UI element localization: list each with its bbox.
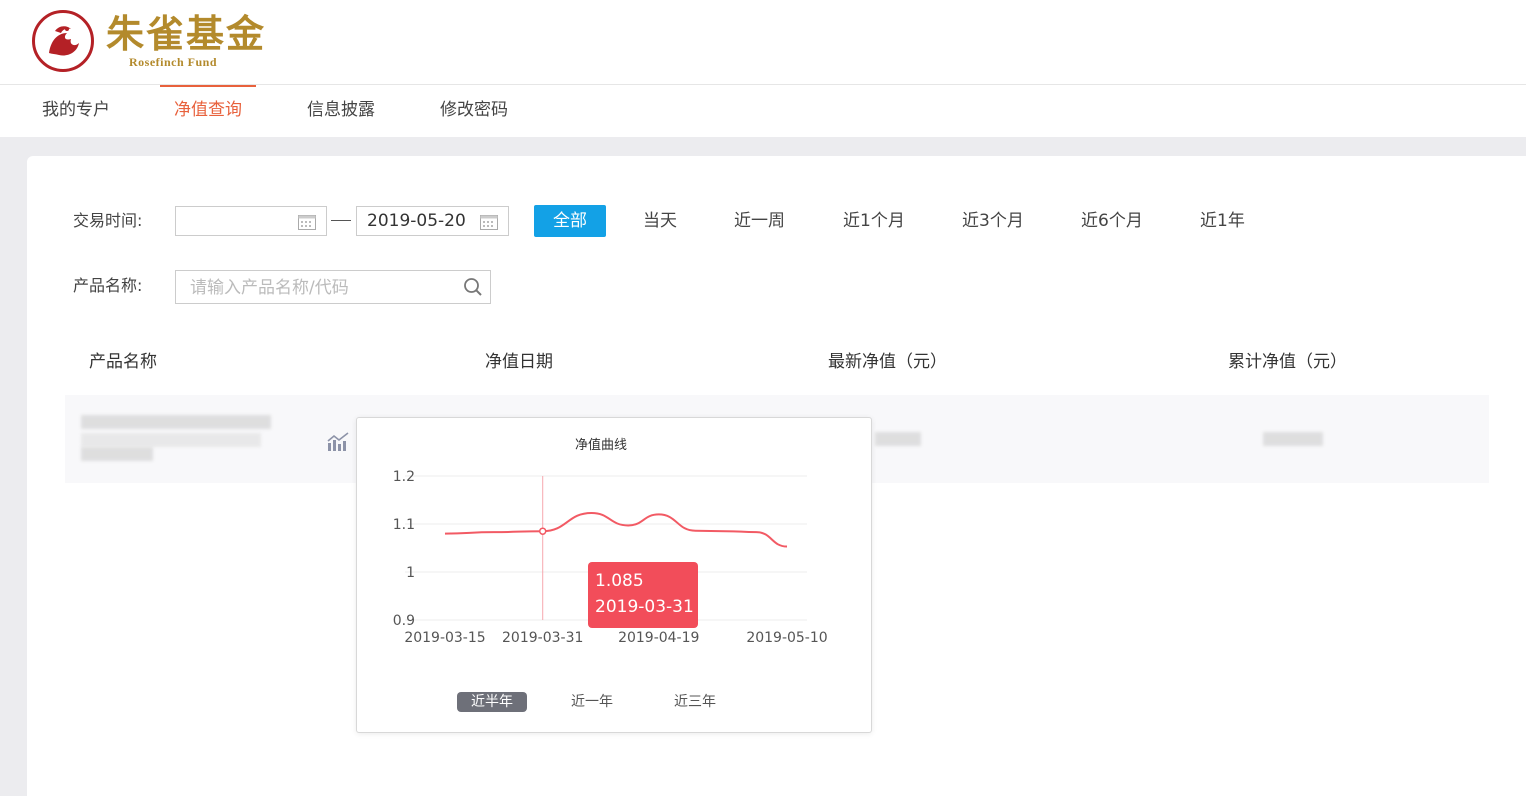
chart-tooltip: 1.085 2019-03-31 bbox=[588, 562, 698, 628]
col-header-latest-nav: 最新净值（元） bbox=[828, 350, 947, 374]
logo-emblem bbox=[32, 10, 94, 72]
x-tick-label: 2019-05-10 bbox=[746, 630, 827, 646]
chart-title: 净值曲线 bbox=[357, 434, 845, 453]
col-header-product: 产品名称 bbox=[89, 350, 157, 374]
period-half-year-button[interactable]: 近半年 bbox=[457, 692, 527, 712]
range-3month-button[interactable]: 近3个月 bbox=[962, 205, 1024, 237]
range-today-button[interactable]: 当天 bbox=[643, 205, 677, 237]
y-tick-label: 1.2 bbox=[393, 469, 415, 485]
start-date-input[interactable] bbox=[175, 206, 327, 236]
series-line bbox=[445, 513, 787, 547]
nav-nav-query[interactable]: 净值查询 bbox=[172, 85, 244, 135]
period-one-year-button[interactable]: 近一年 bbox=[557, 692, 627, 712]
nav-chart-popup: 净值曲线 1.2 1.1 1 0.92019-03-15 2019-03-31 2019-… bbox=[356, 417, 872, 733]
x-tick-label: 2019-03-31 bbox=[502, 630, 583, 646]
range-1month-button[interactable]: 近1个月 bbox=[843, 205, 905, 237]
range-all-button[interactable]: 全部 bbox=[534, 205, 606, 237]
acc-nav-redacted bbox=[1263, 432, 1323, 446]
nav-my-account[interactable]: 我的专户 bbox=[40, 85, 112, 135]
range-1year-button[interactable]: 近1年 bbox=[1200, 205, 1245, 237]
product-name-label: 产品名称: bbox=[73, 271, 142, 301]
product-name-redacted bbox=[81, 433, 261, 447]
calendar-icon[interactable] bbox=[298, 213, 316, 230]
calendar-icon[interactable] bbox=[480, 213, 498, 230]
logo[interactable]: 朱雀基金 Rosefinch Fund bbox=[32, 8, 272, 78]
brand-name-cn: 朱雀基金 bbox=[106, 10, 266, 58]
date-range-separator bbox=[331, 220, 351, 221]
nav-change-password[interactable]: 修改密码 bbox=[438, 85, 510, 135]
end-date-input[interactable]: 2019-05-20 bbox=[356, 206, 509, 236]
phoenix-icon bbox=[41, 19, 85, 63]
search-icon[interactable] bbox=[463, 277, 483, 297]
x-tick-label: 2019-04-19 bbox=[618, 630, 699, 646]
product-search-input[interactable] bbox=[188, 272, 462, 304]
tooltip-date: 2019-03-31 bbox=[595, 594, 698, 620]
end-date-value: 2019-05-20 bbox=[367, 211, 466, 231]
col-header-acc-nav: 累计净值（元） bbox=[1228, 350, 1347, 374]
product-search-box bbox=[175, 270, 491, 304]
highlight-point bbox=[540, 528, 546, 534]
content-panel: 交易时间: 2019-05-20 全部 当天 近一周 近1个月 近3个月 近6个… bbox=[27, 156, 1526, 796]
tooltip-value: 1.085 bbox=[595, 568, 698, 594]
x-tick-label: 2019-03-15 bbox=[404, 630, 485, 646]
header: 朱雀基金 Rosefinch Fund bbox=[0, 0, 1526, 85]
y-tick-label: 1.1 bbox=[393, 517, 415, 533]
trend-chart-icon[interactable] bbox=[327, 432, 351, 452]
nav-disclosure[interactable]: 信息披露 bbox=[305, 85, 377, 135]
range-week-button[interactable]: 近一周 bbox=[734, 205, 785, 237]
period-three-year-button[interactable]: 近三年 bbox=[660, 692, 730, 712]
trade-time-label: 交易时间: bbox=[73, 206, 142, 236]
brand-name-en: Rosefinch Fund bbox=[129, 55, 217, 70]
y-tick-label: 1 bbox=[406, 565, 415, 581]
product-code-redacted bbox=[81, 447, 153, 461]
col-header-date: 净值日期 bbox=[485, 350, 553, 374]
product-name-redacted bbox=[81, 415, 271, 429]
y-tick-label: 0.9 bbox=[393, 613, 415, 629]
range-6month-button[interactable]: 近6个月 bbox=[1081, 205, 1143, 237]
latest-nav-redacted bbox=[875, 432, 921, 446]
main-nav: 我的专户 净值查询 信息披露 修改密码 bbox=[0, 85, 1526, 137]
